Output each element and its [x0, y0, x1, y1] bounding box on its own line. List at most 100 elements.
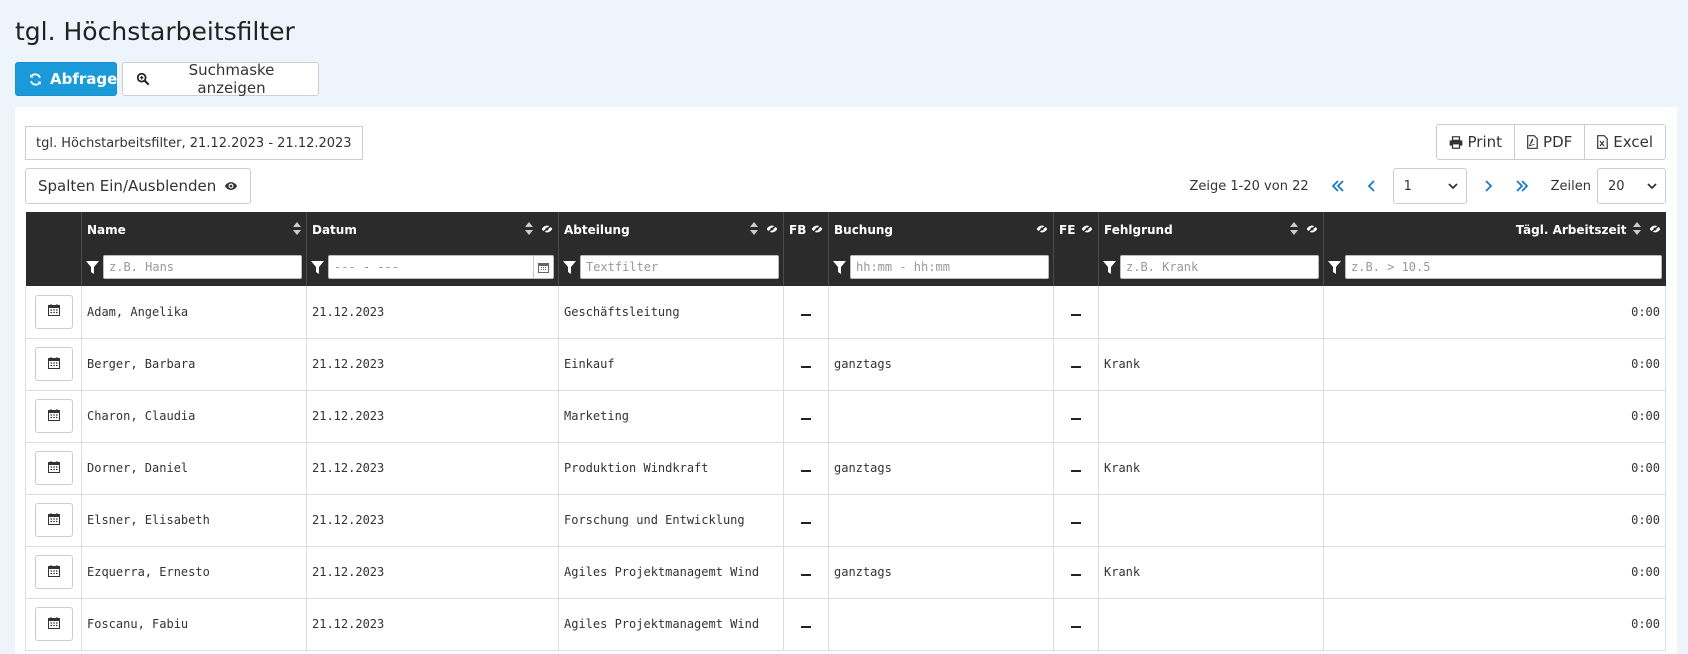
dash-icon	[801, 313, 811, 316]
last-page-icon[interactable]	[1505, 169, 1539, 203]
eye-slash-icon[interactable]	[541, 223, 553, 237]
column-header-fe[interactable]: FE	[1053, 212, 1099, 286]
next-page-icon[interactable]	[1471, 169, 1505, 203]
sort-icon[interactable]	[750, 222, 758, 238]
dash-icon	[1071, 574, 1081, 576]
column-header-reason[interactable]: Fehlgrund z.B. Krank	[1098, 212, 1324, 286]
dash-icon	[1071, 366, 1081, 368]
column-header-fb[interactable]: FB	[783, 212, 829, 286]
table-row: Ezquerra, Ernesto 21.12.2023 Agiles Proj…	[25, 546, 1666, 599]
filter-icon	[833, 260, 846, 274]
cell-reason	[1098, 494, 1324, 547]
cell-date: 21.12.2023	[306, 286, 559, 339]
cell-daily-worktime: 0:00	[1323, 598, 1666, 651]
calendar-icon[interactable]	[533, 256, 553, 278]
file-pdf-icon	[1527, 135, 1538, 149]
cell-reason	[1098, 286, 1324, 339]
first-page-icon[interactable]	[1321, 169, 1355, 203]
excel-button[interactable]: Excel	[1584, 124, 1666, 160]
column-label: Name	[87, 223, 126, 237]
pdf-button[interactable]: PDF	[1514, 124, 1586, 160]
cell-reason	[1098, 598, 1324, 651]
name-filter-input[interactable]: z.B. Hans	[103, 255, 302, 279]
column-header-name[interactable]: Name z.B. Hans	[81, 212, 307, 286]
calendar-icon	[47, 512, 60, 528]
file-excel-icon	[1597, 135, 1609, 149]
eye-slash-icon[interactable]	[1306, 223, 1318, 237]
cell-name: Dorner, Daniel	[81, 442, 307, 495]
sort-icon[interactable]	[1632, 222, 1641, 238]
eye-slash-icon[interactable]	[811, 223, 823, 237]
cell-booking: ganztags	[828, 442, 1054, 495]
department-filter-input[interactable]: Textfilter	[580, 255, 779, 279]
page-title: tgl. Höchstarbeitsfilter	[15, 17, 295, 46]
eye-slash-icon[interactable]	[1036, 223, 1048, 237]
cell-booking	[828, 598, 1054, 651]
dash-icon	[1071, 313, 1081, 316]
filter-icon	[1328, 260, 1341, 274]
dash-icon	[801, 366, 811, 368]
data-table: Name z.B. Hans Datum --- - --- Abteilung…	[25, 212, 1666, 651]
cell-booking: ganztags	[828, 338, 1054, 391]
calendar-button[interactable]	[34, 503, 73, 537]
page-select[interactable]: 1	[1392, 168, 1467, 204]
cell-date: 21.12.2023	[306, 442, 559, 495]
dash-icon	[801, 522, 811, 524]
table-row: Charon, Claudia 21.12.2023 Marketing 0:0…	[25, 390, 1666, 443]
booking-filter-input[interactable]: hh:mm - hh:mm	[850, 255, 1049, 279]
refresh-icon	[29, 72, 42, 86]
reason-filter-input[interactable]: z.B. Krank	[1120, 255, 1319, 279]
pdf-label: PDF	[1543, 133, 1573, 151]
calendar-icon	[47, 460, 60, 476]
calendar-button[interactable]	[34, 294, 73, 329]
report-title: tgl. Höchstarbeitsfilter, 21.12.2023 - 2…	[25, 126, 363, 160]
cell-daily-worktime: 0:00	[1323, 338, 1666, 391]
column-label: FE	[1059, 223, 1076, 237]
query-button[interactable]: Abfrage	[15, 62, 117, 96]
dash-icon	[801, 418, 811, 420]
date-filter-input[interactable]: --- - ---	[328, 255, 554, 279]
sort-icon[interactable]	[293, 222, 301, 238]
filter-icon	[311, 260, 324, 274]
dash-icon	[1071, 522, 1081, 524]
cell-name: Adam, Angelika	[81, 286, 307, 339]
dash-icon	[1071, 418, 1081, 420]
sort-icon[interactable]	[1290, 222, 1298, 238]
eye-slash-icon[interactable]	[1081, 223, 1093, 237]
worktime-filter-input[interactable]: z.B. > 10.5	[1345, 255, 1662, 279]
cell-department: Marketing	[558, 390, 784, 443]
cell-booking	[828, 494, 1054, 547]
calendar-button[interactable]	[34, 399, 73, 433]
cell-department: Agiles Projektmanagemt Wind	[558, 598, 784, 651]
print-button[interactable]: Print	[1435, 124, 1516, 160]
column-header-date[interactable]: Datum --- - ---	[306, 212, 559, 286]
column-header-department[interactable]: Abteilung Textfilter	[558, 212, 784, 286]
cell-department: Forschung und Entwicklung	[558, 494, 784, 547]
calendar-icon	[47, 304, 60, 319]
dash-icon	[801, 574, 811, 576]
show-search-mask-button[interactable]: Suchmaske anzeigen	[122, 61, 319, 97]
table-row: Berger, Barbara 21.12.2023 Einkauf ganzt…	[25, 338, 1666, 391]
calendar-icon	[47, 356, 60, 372]
column-header-daily-worktime[interactable]: Tägl. Arbeitszeit z.B. > 10.5	[1323, 212, 1666, 286]
sort-icon[interactable]	[525, 222, 533, 238]
date-filter-placeholder: --- - ---	[334, 260, 400, 274]
cell-date: 21.12.2023	[306, 598, 559, 651]
calendar-button[interactable]	[34, 347, 73, 381]
eye-slash-icon[interactable]	[1649, 223, 1661, 237]
rows-select[interactable]: 20	[1597, 168, 1666, 204]
calendar-button[interactable]	[34, 451, 73, 485]
previous-page-icon[interactable]	[1355, 169, 1389, 203]
dash-icon	[801, 626, 811, 628]
toggle-columns-button[interactable]: Spalten Ein/Ausblenden	[25, 168, 252, 204]
cell-name: Berger, Barbara	[81, 338, 307, 391]
table-row: Elsner, Elisabeth 21.12.2023 Forschung u…	[25, 494, 1666, 547]
zoom-search-icon	[136, 72, 150, 86]
column-header-booking[interactable]: Buchung hh:mm - hh:mm	[828, 212, 1054, 286]
query-button-label: Abfrage	[50, 70, 118, 88]
calendar-button[interactable]	[34, 555, 73, 589]
cell-name: Elsner, Elisabeth	[81, 494, 307, 547]
cell-name: Foscanu, Fabiu	[81, 598, 307, 651]
eye-slash-icon[interactable]	[766, 223, 778, 237]
calendar-button[interactable]	[34, 607, 73, 641]
